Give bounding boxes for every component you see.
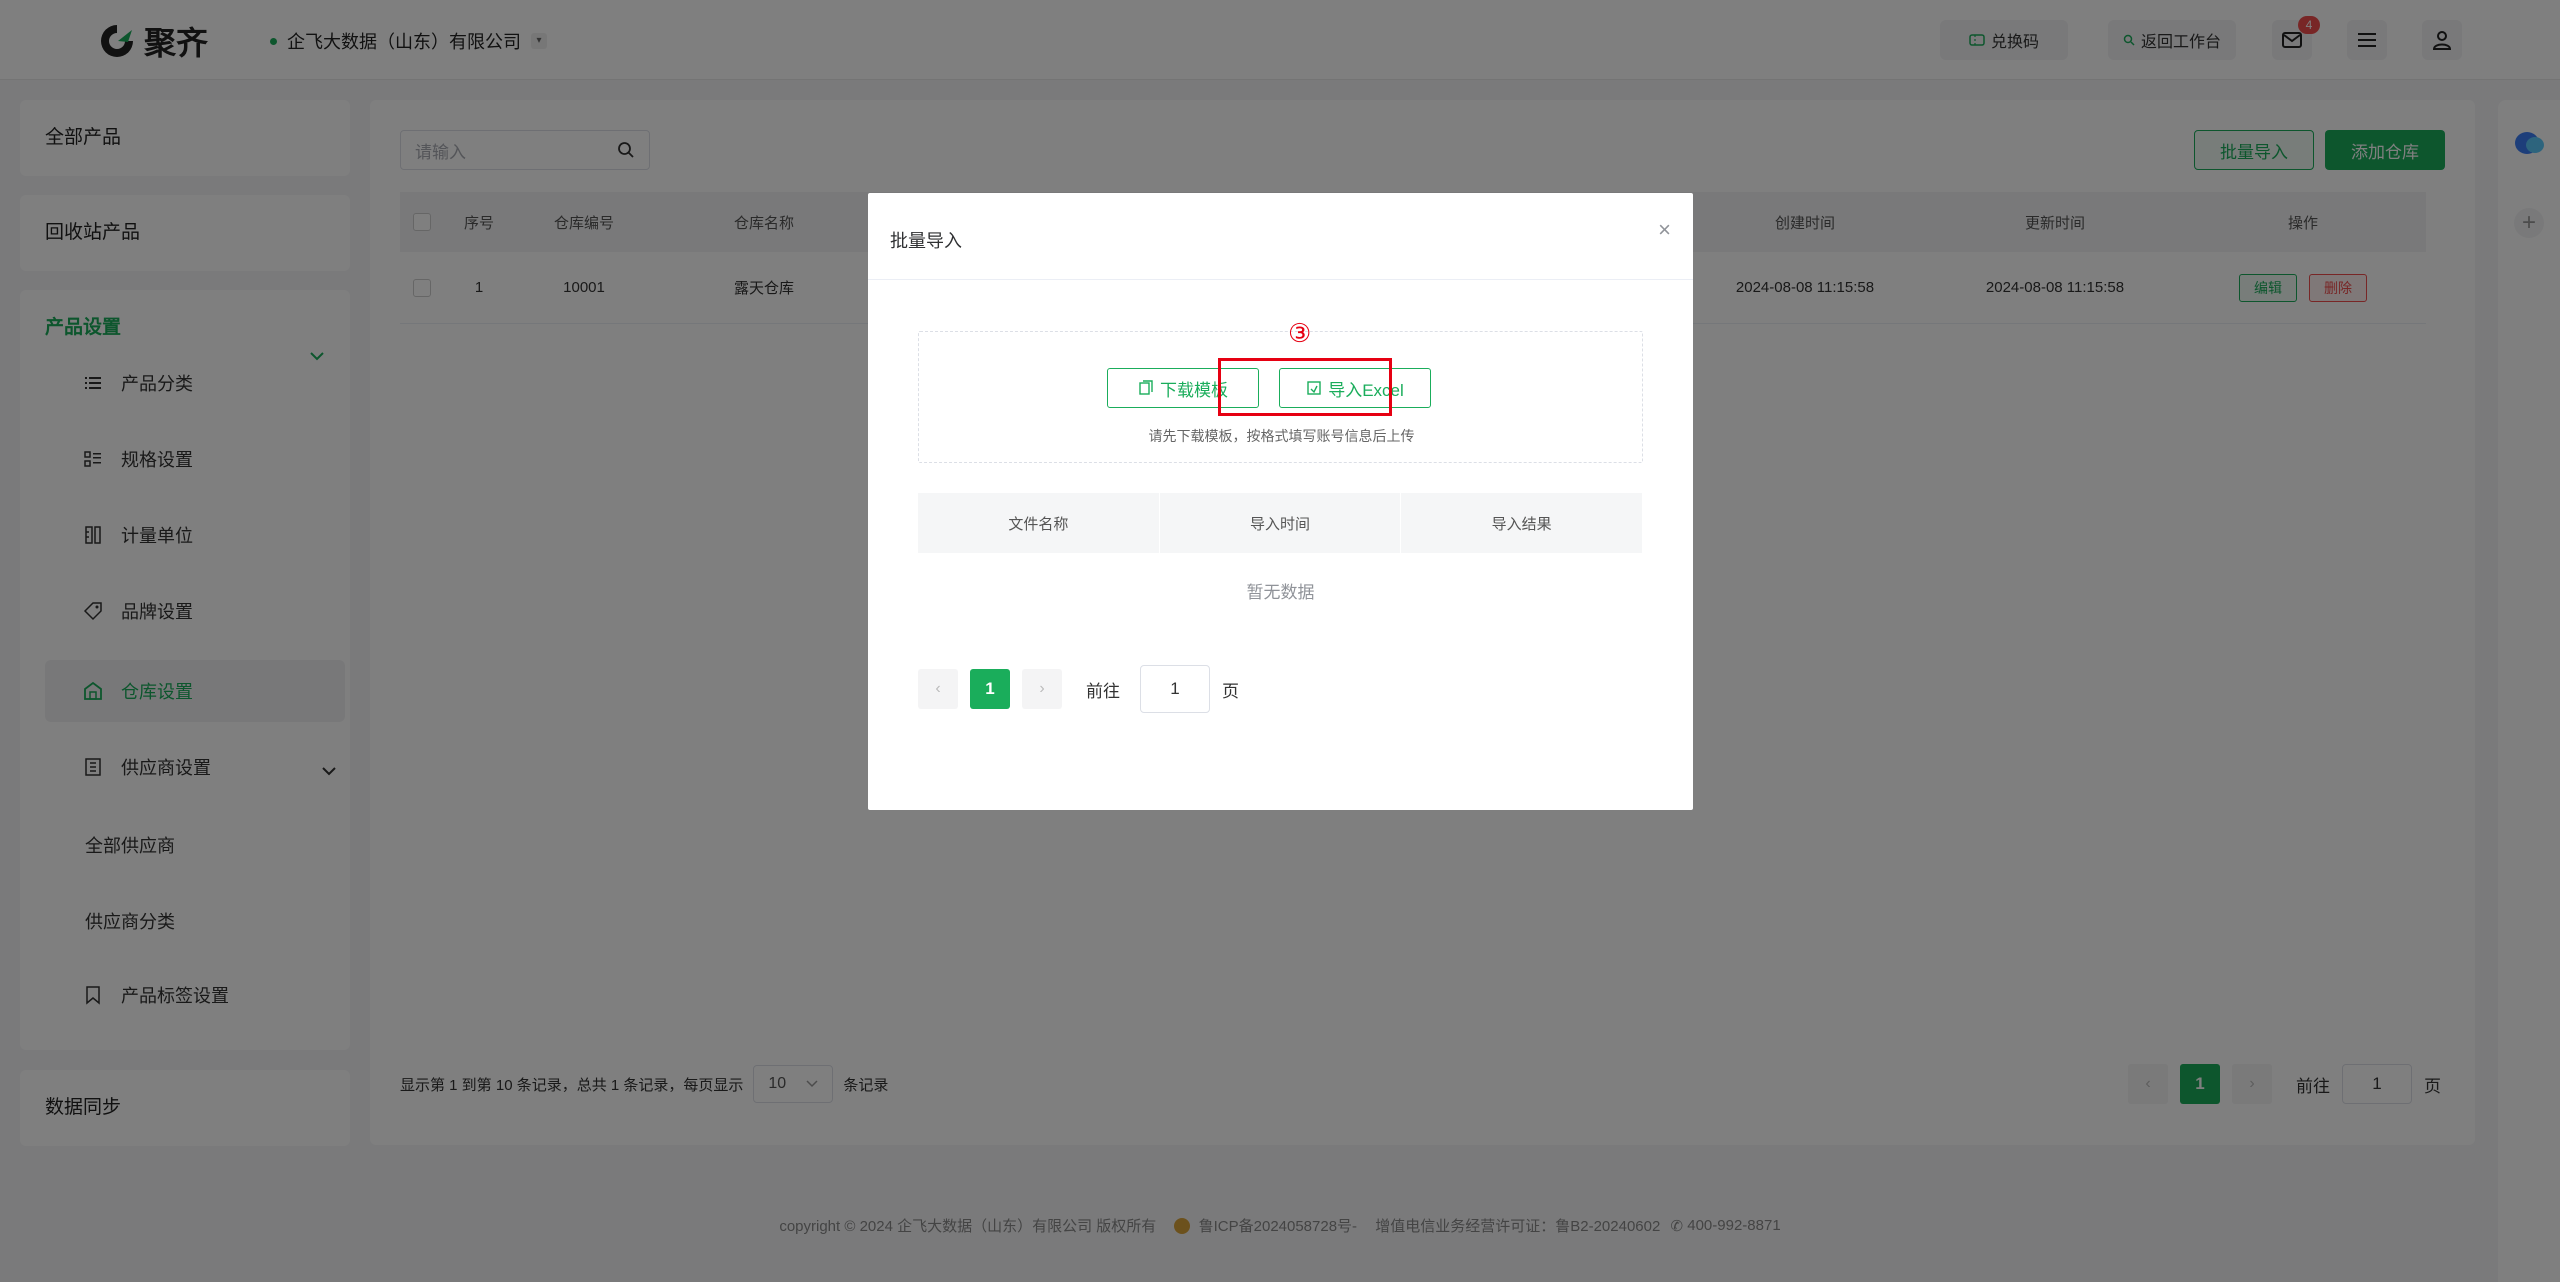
page-number[interactable]: 1 — [970, 669, 1010, 709]
upload-hint: 请先下载模板，按格式填写账号信息后上传 — [1148, 428, 1415, 444]
prev-page-button[interactable]: ‹ — [918, 669, 958, 709]
dialog-divider — [868, 279, 1693, 280]
col-file-name: 文件名称 — [918, 493, 1160, 553]
empty-state: 暂无数据 — [1246, 583, 1315, 602]
dialog-pagination: ‹ 1 › 前往 1 页 — [918, 665, 1239, 713]
dialog-title: 批量导入 — [890, 231, 962, 251]
import-table-header: 文件名称 导入时间 导入结果 — [918, 493, 1644, 553]
col-import-time: 导入时间 — [1160, 493, 1402, 553]
col-import-result: 导入结果 — [1401, 493, 1644, 553]
page-suffix: 页 — [1222, 681, 1239, 701]
step-marker: ③ — [1288, 318, 1312, 348]
goto-label: 前往 — [1086, 681, 1120, 701]
goto-page-input[interactable]: 1 — [1140, 665, 1210, 713]
highlight-box — [1218, 358, 1392, 416]
batch-import-dialog: 批量导入 × 下载模板 导入Excel 请先下载模板，按格式填写账号信息后上传 … — [868, 193, 1693, 810]
next-page-button[interactable]: › — [1022, 669, 1062, 709]
close-icon[interactable]: × — [1658, 217, 1671, 243]
document-icon — [1139, 380, 1153, 395]
